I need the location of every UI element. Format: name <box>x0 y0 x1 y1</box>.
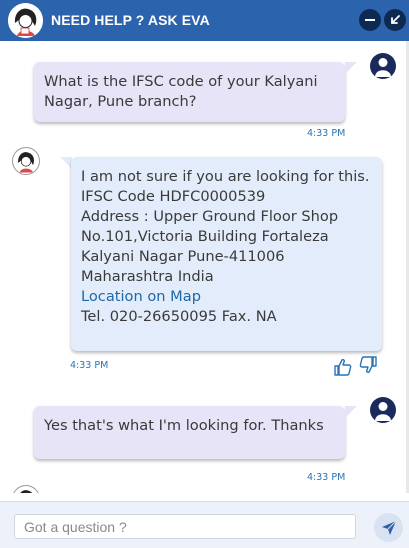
minimize-button[interactable] <box>359 9 381 31</box>
thumbs-down-button[interactable] <box>358 355 378 375</box>
bubble-tail <box>345 62 357 74</box>
thumbs-down-icon <box>359 356 377 374</box>
message-timestamp: 4:33 PM <box>70 360 109 371</box>
thumbs-up-icon <box>334 358 352 376</box>
message-composer <box>0 501 409 548</box>
send-icon <box>381 520 396 535</box>
message-timestamp: 4:33 PM <box>307 128 346 139</box>
minimize-icon <box>365 19 375 21</box>
bubble-tail <box>345 406 357 418</box>
bot-avatar-icon <box>12 485 40 493</box>
user-avatar-icon <box>370 397 396 423</box>
thumbs-up-button[interactable] <box>333 357 353 377</box>
bot-avatar-icon <box>12 147 40 175</box>
user-avatar-icon <box>370 53 396 79</box>
question-input[interactable] <box>14 514 356 539</box>
message-line: I am not sure if you are looking for thi… <box>81 168 370 185</box>
popout-button[interactable] <box>384 9 406 31</box>
user-message-bubble: Yes that's what I'm looking for. Thanks <box>34 406 345 459</box>
chat-transcript[interactable]: What is the IFSC code of your Kalyani Na… <box>0 41 409 493</box>
message-timestamp: 4:33 PM <box>307 472 346 483</box>
address-text: Address : Upper Ground Floor Shop No.101… <box>81 208 339 285</box>
bot-message-bubble: I am not sure if you are looking for thi… <box>71 157 382 351</box>
send-button[interactable] <box>374 513 403 542</box>
chat-header: NEED HELP ? ASK EVA <box>0 0 409 41</box>
ifsc-line: IFSC Code HDFC0000539 <box>81 188 266 205</box>
location-map-link[interactable]: Location on Map <box>81 287 372 307</box>
message-text: Yes that's what I'm looking for. Thanks <box>44 417 324 434</box>
tel-line: Tel. 020-26650095 Fax. NA <box>81 308 277 325</box>
header-title: NEED HELP ? ASK EVA <box>51 12 210 28</box>
popout-icon <box>391 15 400 24</box>
eva-avatar-icon <box>8 3 43 38</box>
message-text: What is the IFSC code of your Kalyani Na… <box>44 73 318 110</box>
user-message-bubble: What is the IFSC code of your Kalyani Na… <box>34 62 345 122</box>
